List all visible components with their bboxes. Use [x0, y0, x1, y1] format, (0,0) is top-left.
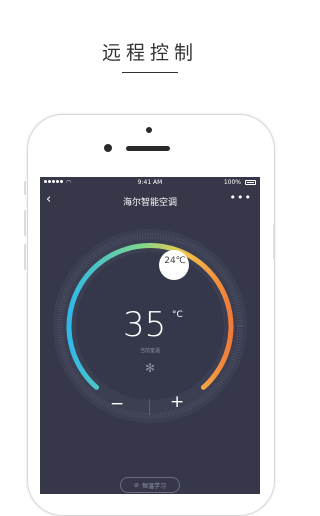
snowflake-icon: ✻: [144, 361, 156, 375]
increase-temp-button[interactable]: +: [170, 392, 184, 412]
controls-divider: [149, 399, 150, 415]
decrease-temp-button[interactable]: −: [110, 394, 124, 414]
promo-title: 远程控制: [101, 42, 198, 64]
promo-underline: [122, 72, 178, 73]
power-button: [273, 224, 275, 260]
volume-down-button: [24, 244, 26, 270]
current-temp-label: 当前室温: [139, 348, 160, 354]
speaker: [126, 146, 170, 151]
side-button: [24, 181, 26, 195]
temp-unit: °C: [172, 310, 183, 320]
learn-button[interactable]: ⊘ 恒温学习: [120, 477, 180, 493]
target-temp-label: 24℃: [164, 256, 186, 266]
sensor-dot: [146, 127, 152, 133]
learn-label: 恒温学习: [142, 482, 167, 490]
leaf-icon: ⊘: [133, 481, 139, 489]
front-camera: [104, 144, 112, 152]
volume-up-button: [24, 210, 26, 236]
app-screen: ◠ 9:41 AM 100% ‹ 海尔智能空调 ••• 24℃ 35 °C 当前…: [40, 177, 260, 494]
current-temp: 35: [123, 305, 167, 345]
